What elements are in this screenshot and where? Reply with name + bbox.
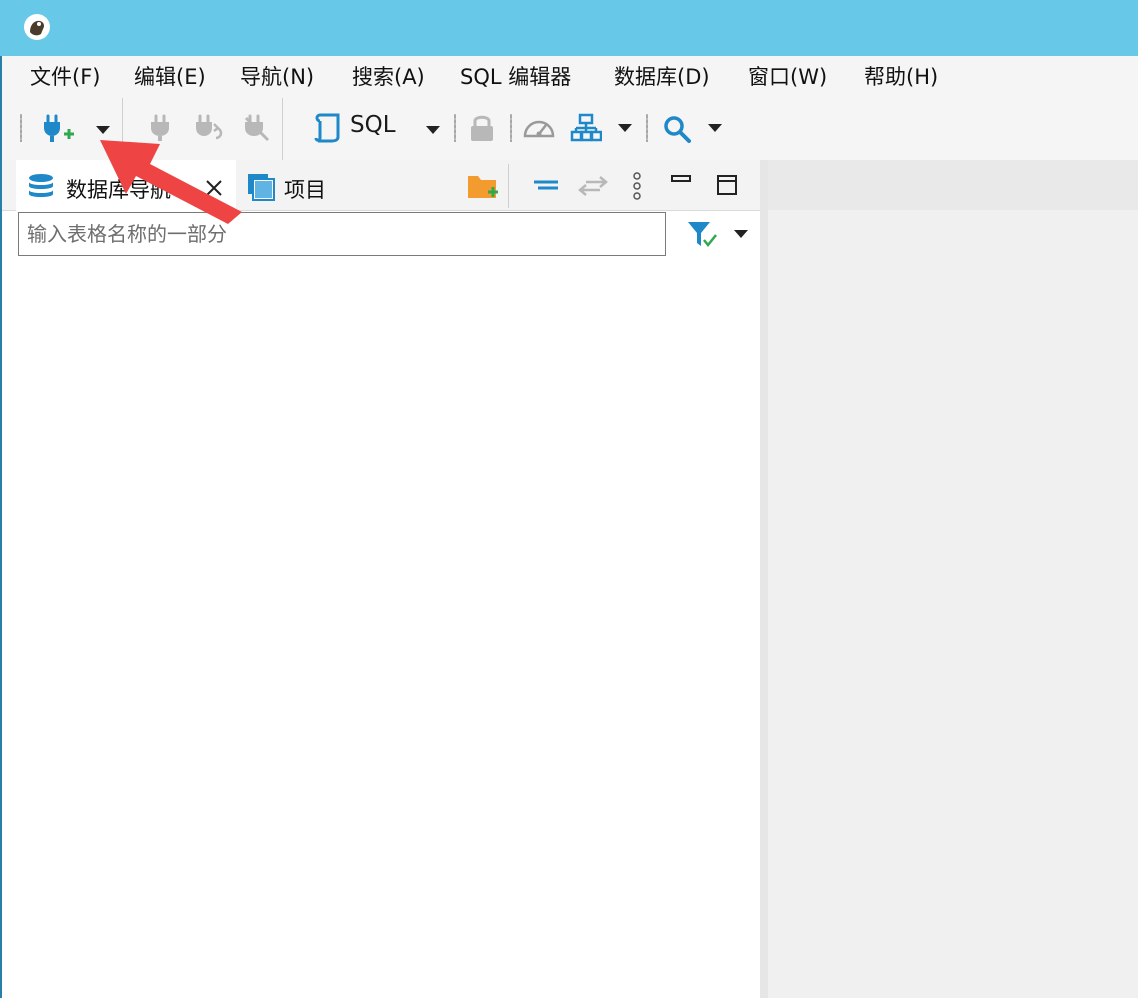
new-connection-icon[interactable]: [42, 112, 76, 144]
dbeaver-logo-icon: [24, 14, 50, 40]
schema-hierarchy-icon[interactable]: [570, 112, 602, 144]
close-tab-icon[interactable]: [204, 178, 224, 198]
navigator-header: 数据库导航 项目: [2, 160, 760, 212]
tab-database-navigator-label: 数据库导航: [66, 178, 171, 202]
sql-dropdown-icon[interactable]: [426, 126, 440, 134]
lock-icon: [471, 115, 493, 141]
filter-icon[interactable]: [686, 220, 720, 250]
sql-script-icon[interactable]: [312, 112, 342, 144]
search-dropdown-icon[interactable]: [708, 124, 722, 132]
menu-file[interactable]: 文件(F): [30, 64, 100, 90]
toolbar-grip: [510, 114, 512, 142]
table-filter-input[interactable]: [18, 212, 666, 256]
tab-projects[interactable]: 项目: [284, 174, 326, 204]
toolbar-grip: [646, 114, 648, 142]
disconnect-icon: [244, 114, 270, 142]
new-connection-dropdown-icon[interactable]: [96, 126, 110, 134]
database-stack-icon: [29, 174, 53, 197]
menu-bar: 文件(F) 编辑(E) 导航(N) 搜索(A) SQL 编辑器 数据库(D) 窗…: [2, 56, 1138, 98]
sql-button-label[interactable]: SQL: [350, 112, 396, 138]
filter-dropdown-icon[interactable]: [734, 230, 748, 238]
reconnect-icon: [196, 114, 223, 140]
editor-tab-strip: [768, 160, 1138, 210]
search-icon[interactable]: [662, 114, 692, 144]
editor-area: [768, 160, 1138, 998]
database-navigator-panel: 数据库导航 项目: [2, 160, 760, 998]
toolbar-separator: [122, 98, 123, 160]
toolbar-grip: [454, 114, 456, 142]
collapse-all-icon[interactable]: [532, 178, 560, 194]
panel-splitter[interactable]: [760, 160, 768, 998]
header-separator: [508, 164, 509, 208]
minimize-icon[interactable]: [670, 172, 694, 192]
toolbar-grip: [20, 114, 22, 142]
maximize-icon[interactable]: [716, 174, 740, 198]
connect-icon: [151, 114, 169, 141]
projects-icon: [248, 174, 275, 201]
menu-edit[interactable]: 编辑(E): [134, 64, 206, 90]
view-menu-icon[interactable]: [630, 170, 644, 204]
schema-dropdown-icon[interactable]: [618, 124, 632, 132]
dashboard-gauge-icon[interactable]: [522, 114, 556, 142]
title-bar: [0, 0, 1138, 56]
menu-help[interactable]: 帮助(H): [864, 64, 938, 90]
menu-navigate[interactable]: 导航(N): [240, 64, 314, 90]
tab-database-navigator[interactable]: 数据库导航: [16, 160, 236, 212]
menu-window[interactable]: 窗口(W): [748, 64, 827, 90]
main-toolbar: SQL: [2, 98, 1138, 160]
menu-database[interactable]: 数据库(D): [614, 64, 710, 90]
toolbar-separator: [282, 98, 283, 160]
link-with-editor-icon: [578, 176, 608, 196]
menu-search[interactable]: 搜索(A): [352, 64, 425, 90]
new-folder-icon[interactable]: [466, 172, 500, 202]
menu-sql-editor[interactable]: SQL 编辑器: [460, 64, 571, 90]
